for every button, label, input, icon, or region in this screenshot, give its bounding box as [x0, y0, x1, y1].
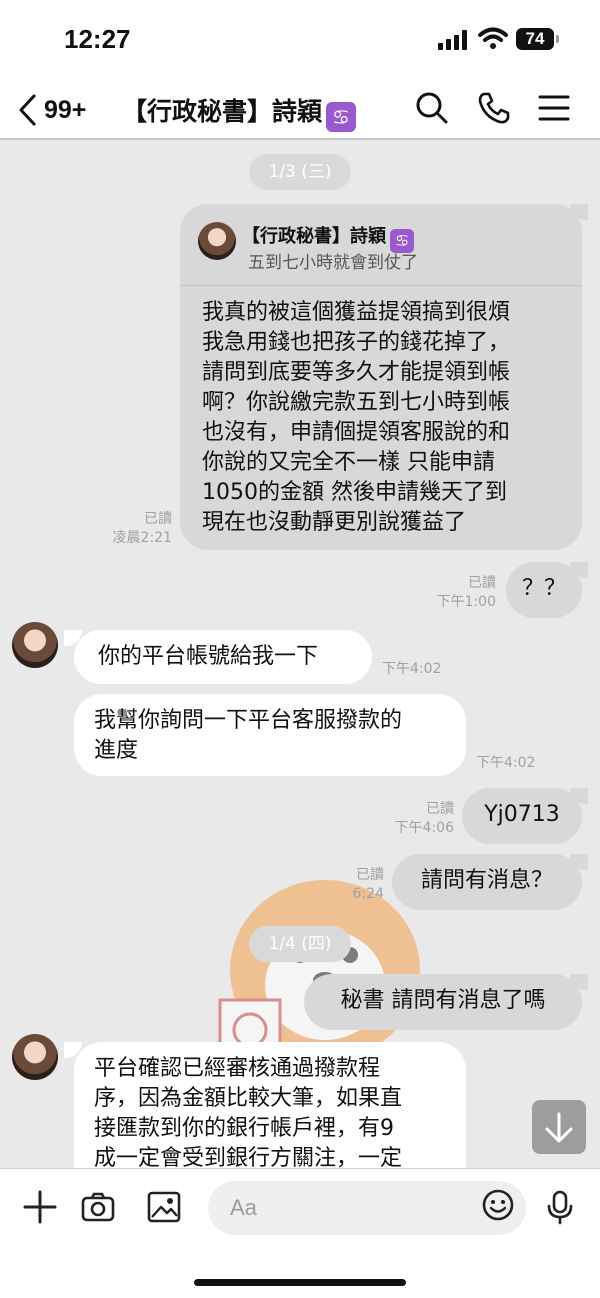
message-input-bar — [0, 1168, 600, 1298]
outgoing-message-bubble[interactable]: 請問有消息？ — [392, 854, 582, 910]
read-receipt: 已讀 — [468, 575, 496, 591]
message-time: 下午4:06 — [394, 820, 454, 836]
emoji-icon[interactable] — [480, 1187, 516, 1223]
message-text: 我真的被這個獲益提領搞到很煩 我急用錢也把孩子的錢花掉了， 請問到底要等多久才能… — [202, 300, 511, 535]
chat-title[interactable]: 【行政秘書】詩穎 ♋ — [122, 92, 357, 132]
menu-icon[interactable] — [536, 90, 572, 126]
unread-count: 99+ — [44, 95, 87, 124]
search-icon[interactable] — [414, 90, 450, 126]
scroll-to-bottom-button[interactable] — [532, 1100, 586, 1154]
message-meta: 已讀 6:24 — [330, 866, 384, 904]
message-text: ？？ — [521, 576, 566, 601]
incoming-message-bubble[interactable]: 平台確認已經審核通過撥款程 序，因為金額比較大筆，如果直 接匯款到你的銀行帳戶裡… — [74, 1042, 466, 1168]
wifi-icon — [478, 27, 508, 49]
read-receipt: 已讀 — [426, 801, 454, 817]
message-time: 凌晨2:21 — [112, 530, 172, 546]
phone-icon[interactable] — [476, 90, 512, 126]
message-text: 平台確認已經審核通過撥款程 — [94, 1056, 381, 1081]
incoming-message-bubble[interactable]: 我幫你詢問一下平台客服撥款的 進度 — [74, 694, 466, 776]
plus-icon[interactable] — [22, 1189, 58, 1225]
arrow-down-icon — [545, 1112, 573, 1143]
camera-icon[interactable] — [80, 1189, 116, 1225]
message-time: 6:24 — [352, 886, 384, 902]
chat-header: 99+ 【行政秘書】詩穎 ♋ — [0, 78, 600, 140]
chat-title-text: 【行政秘書】詩穎 — [122, 97, 323, 126]
read-receipt: 已讀 — [144, 511, 172, 527]
status-time: 12:27 — [64, 24, 131, 54]
image-icon[interactable] — [146, 1189, 182, 1225]
contact-avatar[interactable] — [12, 1034, 58, 1080]
message-meta: 已讀 下午4:06 — [378, 800, 454, 838]
chat-area[interactable]: 1/3 (三) 【行政秘書】詩穎 ♋ 五到七小時就會到仗了 我真的被這個獲益提領搞… — [0, 140, 600, 1168]
back-button[interactable]: 99+ — [16, 90, 86, 130]
message-text: 秘書 請問有消息了嗎 — [340, 988, 546, 1013]
message-time: 下午4:02 — [476, 755, 536, 771]
cancer-zodiac-icon: ♋ — [326, 102, 357, 132]
outgoing-message-bubble[interactable]: ？？ — [506, 562, 582, 618]
message-text: 序，因為金額比較大筆，如果直 — [94, 1086, 403, 1111]
incoming-message-bubble[interactable]: 你的平台帳號給我一下 — [74, 630, 372, 684]
date-separator: 1/4 (四) — [249, 926, 351, 962]
message-text: 我幫你詢問一下平台客服撥款的 — [94, 708, 403, 733]
message-text: 成一定會受到銀行方關注，一定 — [94, 1146, 403, 1168]
back-chevron-icon — [19, 94, 36, 126]
reply-snippet: 五到七小時就會到仗了 — [248, 253, 418, 273]
date-separator: 1/3 (三) — [249, 154, 351, 190]
reply-avatar — [198, 222, 236, 260]
status-bar: 12:27 74 — [0, 0, 600, 78]
outgoing-message-bubble[interactable]: Yj0713 — [462, 788, 582, 844]
outgoing-message-bubble[interactable]: 秘書 請問有消息了嗎 — [304, 974, 582, 1030]
battery-level: 74 — [516, 28, 554, 50]
message-meta: 已讀 下午1:00 — [420, 574, 496, 612]
signal-icon — [438, 30, 470, 50]
reply-quote[interactable]: 【行政秘書】詩穎 ♋ 五到七小時就會到仗了 — [180, 204, 582, 286]
message-text: Yj0713 — [484, 802, 560, 827]
message-text: 進度 — [94, 738, 139, 763]
home-indicator — [194, 1279, 406, 1286]
message-time: 下午1:00 — [436, 594, 496, 610]
outgoing-reply-bubble[interactable]: 【行政秘書】詩穎 ♋ 五到七小時就會到仗了 我真的被這個獲益提領搞到很煩 我急用錢… — [180, 204, 582, 550]
message-text: 請問有消息？ — [420, 868, 553, 893]
message-time: 下午4:02 — [382, 661, 442, 677]
battery-icon: 74 — [516, 28, 560, 50]
read-receipt: 已讀 — [356, 867, 384, 883]
message-text: 你的平台帳號給我一下 — [98, 644, 319, 669]
message-meta: 已讀 凌晨2:21 — [100, 510, 172, 548]
mic-icon[interactable] — [542, 1189, 578, 1225]
message-text: 接匯款到你的銀行帳戶裡，有9 — [94, 1116, 394, 1141]
contact-avatar[interactable] — [12, 622, 58, 668]
message-input[interactable] — [208, 1181, 526, 1235]
